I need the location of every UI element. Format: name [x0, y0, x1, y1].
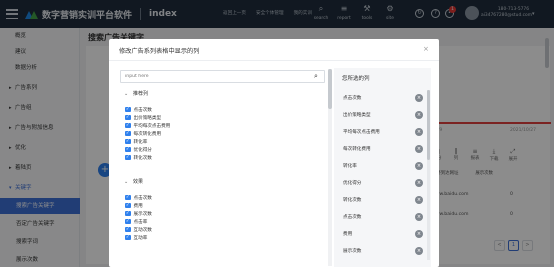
column-checkbox[interactable]: ✓ 点击次数 — [125, 106, 152, 113]
checkbox-checked-icon[interactable]: ✓ — [125, 138, 131, 145]
checkbox-checked-icon[interactable]: ✓ — [125, 154, 131, 161]
remove-icon[interactable]: × — [415, 230, 423, 238]
column-checkbox[interactable]: ✓ 平均每次点击费用 — [125, 122, 170, 129]
checkbox-checked-icon[interactable]: ✓ — [125, 130, 131, 137]
checkbox-checked-icon[interactable]: ✓ — [125, 114, 131, 121]
dialog-divider — [109, 60, 439, 61]
checkbox-label: 优化得分 — [133, 147, 152, 153]
selected-column-label: 费用 — [343, 232, 353, 237]
checkbox-checked-icon[interactable]: ✓ — [125, 234, 131, 241]
search-icon[interactable]: ⌕ — [314, 72, 318, 81]
group-header-performance[interactable]: ⌄ 效果 — [124, 178, 143, 185]
remove-icon[interactable]: × — [415, 162, 423, 170]
selected-column-label: 平均每次点击费用 — [343, 130, 380, 135]
selected-column-item[interactable]: 展示次数 × — [343, 245, 423, 257]
close-icon[interactable]: × — [423, 45, 429, 53]
remove-icon[interactable]: × — [415, 196, 423, 204]
selected-column-label: 每次转化费用 — [343, 147, 371, 152]
checkbox-label: 点击率 — [133, 219, 148, 225]
right-pane-scrollbar[interactable] — [427, 90, 430, 260]
checkbox-checked-icon[interactable]: ✓ — [125, 106, 131, 113]
chevron-down-icon: ⌄ — [124, 179, 129, 185]
selected-column-item[interactable]: 转化次数 × — [343, 194, 423, 206]
column-checkbox[interactable]: ✓ 点击率 — [125, 218, 147, 225]
selected-column-item[interactable]: 费用 × — [343, 228, 423, 240]
remove-icon[interactable]: × — [415, 145, 423, 153]
column-checkbox[interactable]: ✓ 互动次数 — [125, 226, 152, 233]
checkbox-label: 费用 — [133, 203, 143, 209]
group-name: 效果 — [133, 179, 144, 185]
selected-column-item[interactable]: 平均每次点击费用 × — [343, 126, 423, 138]
group-header-recommended[interactable]: ⌄ 推荐列 — [124, 90, 148, 97]
scroll-thumb[interactable] — [427, 90, 430, 160]
checkbox-label: 转化次数 — [133, 155, 152, 161]
selected-column-item[interactable]: 每次转化费用 × — [343, 143, 423, 155]
search-input[interactable] — [121, 71, 301, 82]
checkbox-label: 互动率 — [133, 235, 148, 241]
column-checkbox[interactable]: ✓ 每次转化费用 — [125, 130, 161, 137]
remove-icon[interactable]: × — [415, 94, 423, 102]
selected-column-item[interactable]: 转化率 × — [343, 160, 423, 172]
checkbox-label: 每次转化费用 — [133, 131, 162, 137]
checkbox-label: 出价策略类型 — [133, 115, 162, 121]
remove-icon[interactable]: × — [415, 213, 423, 221]
selected-column-label: 点击次数 — [343, 96, 362, 101]
column-checkbox[interactable]: ✓ 展示次数 — [125, 210, 152, 217]
checkbox-checked-icon[interactable]: ✓ — [125, 218, 131, 225]
selected-column-item[interactable]: 点击次数 × — [343, 92, 423, 104]
selected-columns-pane: 您所选的列 点击次数 × 出价策略类型 × 平均每次点击费用 × 每次转化费用 × 转化… — [334, 68, 431, 267]
remove-icon[interactable]: × — [415, 247, 423, 255]
group-name: 推荐列 — [133, 91, 149, 97]
checkbox-checked-icon[interactable]: ✓ — [125, 202, 131, 209]
selected-column-label: 点击次数 — [343, 215, 362, 220]
dialog-title: 修改广告系列表格中显示的列 — [119, 48, 200, 55]
column-checkbox[interactable]: ✓ 转化率 — [125, 138, 147, 145]
column-checkbox[interactable]: ✓ 互动率 — [125, 234, 147, 241]
selected-columns-title: 您所选的列 — [342, 76, 370, 82]
available-columns-pane: ⌕ ⌄推荐列 ✓点击次数 ✓出价策略类型 ✓平均每次点击费用 ✓每次转化费用 ✓… — [118, 68, 332, 267]
selected-column-item[interactable]: 优化得分 × — [343, 177, 423, 189]
selected-column-label: 出价策略类型 — [343, 113, 371, 118]
selected-column-label: 展示次数 — [343, 249, 362, 254]
checkbox-checked-icon[interactable]: ✓ — [125, 226, 131, 233]
checkbox-checked-icon[interactable]: ✓ — [125, 146, 131, 153]
remove-icon[interactable]: × — [415, 128, 423, 136]
checkbox-checked-icon[interactable]: ✓ — [125, 210, 131, 217]
checkbox-label: 转化率 — [133, 139, 148, 145]
left-pane-scrollbar[interactable] — [328, 69, 332, 266]
column-checkbox[interactable]: ✓ 点击次数 — [125, 194, 152, 201]
checkbox-checked-icon[interactable]: ✓ — [125, 194, 131, 201]
checkbox-label: 平均每次点击费用 — [133, 123, 171, 129]
selected-column-label: 转化率 — [343, 164, 357, 169]
remove-icon[interactable]: × — [415, 111, 423, 119]
column-checkbox[interactable]: ✓ 出价策略类型 — [125, 114, 161, 121]
column-settings-dialog: 修改广告系列表格中显示的列 × ⌕ ⌄推荐列 ✓点击次数 ✓出价策略类型 ✓平均… — [109, 39, 439, 267]
column-checkbox[interactable]: ✓ 费用 — [125, 202, 143, 209]
chevron-down-icon: ⌄ — [124, 91, 129, 97]
scroll-thumb[interactable] — [328, 69, 332, 109]
column-checkbox[interactable]: ✓ 转化次数 — [125, 154, 152, 161]
selected-column-item[interactable]: 点击次数 × — [343, 211, 423, 223]
selected-column-label: 转化次数 — [343, 198, 362, 203]
selected-column-item[interactable]: 出价策略类型 × — [343, 109, 423, 121]
column-checkbox[interactable]: ✓ 优化得分 — [125, 146, 152, 153]
checkbox-label: 点击次数 — [133, 195, 152, 201]
checkbox-label: 展示次数 — [133, 211, 152, 217]
column-search: ⌕ — [120, 70, 325, 83]
remove-icon[interactable]: × — [415, 179, 423, 187]
checkbox-checked-icon[interactable]: ✓ — [125, 122, 131, 129]
checkbox-label: 点击次数 — [133, 107, 152, 113]
selected-column-label: 优化得分 — [343, 181, 362, 186]
checkbox-label: 互动次数 — [133, 227, 152, 233]
